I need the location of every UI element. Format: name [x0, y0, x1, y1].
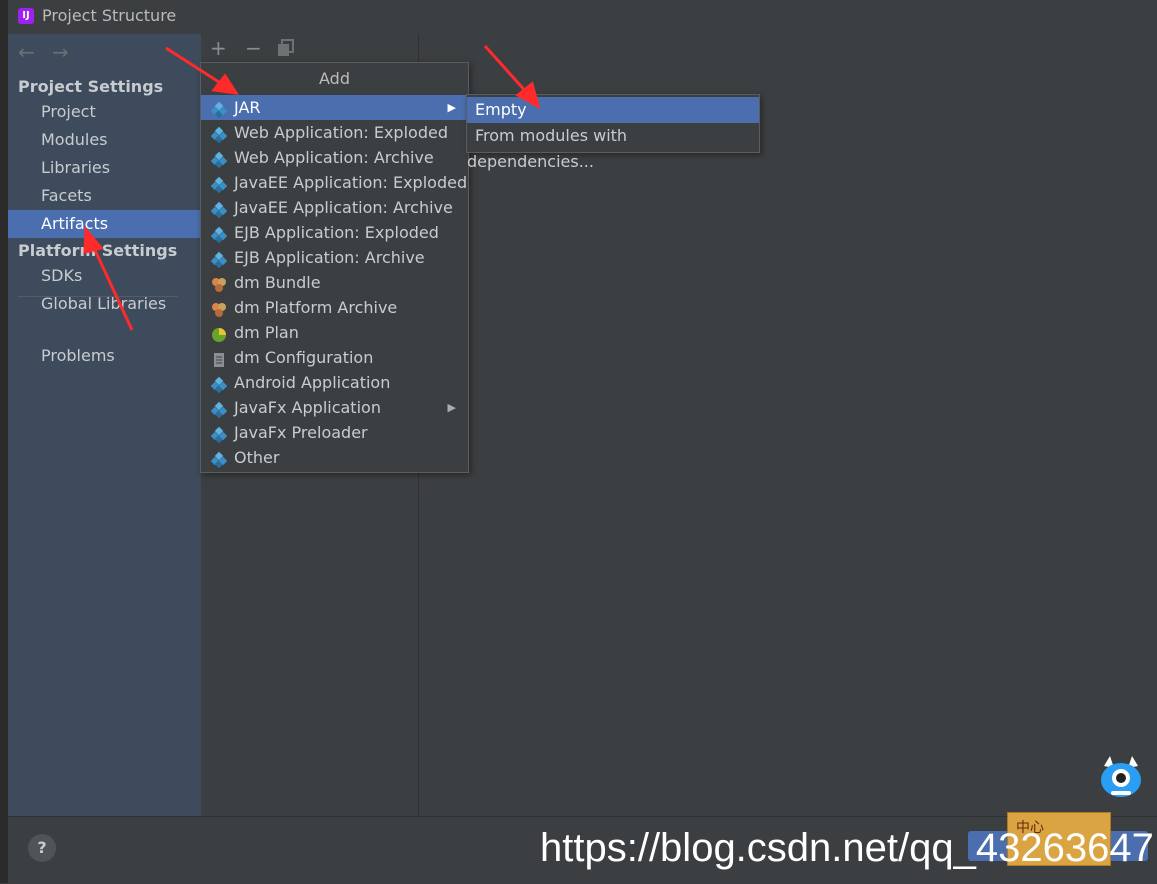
sidebar-item-artifacts[interactable]: Artifacts	[8, 210, 201, 238]
intellij-logo-icon: IJ	[18, 8, 34, 24]
artifact-icon	[210, 225, 228, 244]
artifact-icon	[210, 125, 228, 144]
title-bar: IJ Project Structure	[8, 0, 1157, 34]
bundle-icon	[211, 275, 227, 292]
settings-sidebar: ← → Project Settings Project Modules Lib…	[8, 34, 201, 816]
artifact-icon	[210, 400, 228, 419]
menu-item-web-application-exploded[interactable]: Web Application: Exploded	[201, 120, 468, 145]
menu-item-javaee-application-archive[interactable]: JavaEE Application: Archive	[201, 195, 468, 220]
menu-item-label: dm Platform Archive	[234, 298, 398, 317]
menu-item-label: Web Application: Archive	[234, 148, 434, 167]
arrow-left-icon[interactable]: ←	[18, 40, 35, 64]
menu-item-label: Android Application	[234, 373, 391, 392]
background-window-strip	[0, 0, 8, 883]
sidebar-item-facets[interactable]: Facets	[8, 182, 201, 210]
sidebar-item-sdks[interactable]: SDKs	[8, 262, 201, 290]
menu-item-label: Other	[234, 448, 280, 467]
remove-button[interactable]: −	[245, 36, 262, 60]
artifact-icon	[210, 175, 228, 194]
menu-item-label: JavaEE Application: Archive	[234, 198, 453, 217]
artifact-icon	[210, 450, 228, 469]
menu-item-jar[interactable]: JAR ▶	[201, 95, 468, 120]
sidebar-item-global-libraries[interactable]: Global Libraries	[8, 290, 201, 318]
menu-item-dm-platform-archive[interactable]: dm Platform Archive	[201, 295, 468, 320]
artifact-icon	[210, 375, 228, 394]
menu-item-label: dm Configuration	[234, 348, 374, 367]
menu-item-dm-configuration[interactable]: dm Configuration	[201, 345, 468, 370]
sidebar-item-modules[interactable]: Modules	[8, 126, 201, 154]
menu-title: Add	[201, 63, 468, 96]
artifact-icon	[210, 100, 228, 119]
add-button[interactable]: +	[210, 36, 227, 60]
sidebar-item-libraries[interactable]: Libraries	[8, 154, 201, 182]
bundle-icon	[211, 300, 227, 317]
jar-submenu: Empty From modules with dependencies...	[466, 94, 760, 171]
menu-item-dm-plan[interactable]: dm Plan	[201, 320, 468, 345]
platform-settings-header: Platform Settings	[18, 241, 178, 260]
menu-item-label: JavaFx Preloader	[234, 423, 368, 442]
menu-item-label: JavaEE Application: Exploded	[234, 173, 468, 192]
menu-item-label: EJB Application: Exploded	[234, 223, 439, 242]
project-settings-header: Project Settings	[18, 77, 164, 96]
submenu-arrow-icon: ▶	[447, 101, 456, 114]
submenu-arrow-icon: ▶	[447, 401, 456, 414]
sidebar-divider	[18, 296, 178, 297]
menu-item-ejb-application-archive[interactable]: EJB Application: Archive	[201, 245, 468, 270]
menu-item-label: dm Plan	[234, 323, 299, 342]
menu-item-other[interactable]: Other	[201, 445, 468, 470]
window-title: Project Structure	[42, 6, 177, 25]
sidebar-item-problems[interactable]: Problems	[8, 342, 201, 370]
watermark-url: https://blog.csdn.net/qq_43263647	[540, 826, 1154, 870]
sidebar-item-project[interactable]: Project	[8, 98, 201, 126]
menu-item-android-application[interactable]: Android Application	[201, 370, 468, 395]
arrow-right-icon[interactable]: →	[52, 40, 69, 64]
menu-item-ejb-application-exploded[interactable]: EJB Application: Exploded	[201, 220, 468, 245]
menu-item-web-application-archive[interactable]: Web Application: Archive	[201, 145, 468, 170]
menu-item-label: EJB Application: Archive	[234, 248, 425, 267]
menu-item-from-modules[interactable]: From modules with dependencies...	[467, 123, 759, 171]
menu-item-label: JAR	[234, 98, 261, 117]
add-artifact-menu: Add JAR ▶ Web Application: Exploded Web App…	[200, 62, 469, 473]
artifact-icon	[210, 150, 228, 169]
menu-item-empty[interactable]: Empty	[467, 97, 759, 123]
artifact-icon	[210, 425, 228, 444]
menu-item-dm-bundle[interactable]: dm Bundle	[201, 270, 468, 295]
menu-item-javafx-preloader[interactable]: JavaFx Preloader	[201, 420, 468, 445]
menu-item-label: dm Bundle	[234, 273, 321, 292]
menu-item-label: Web Application: Exploded	[234, 123, 448, 142]
help-button[interactable]: ?	[28, 834, 56, 862]
menu-item-label: JavaFx Application	[234, 398, 381, 417]
menu-item-javafx-application[interactable]: JavaFx Application ▶	[201, 395, 468, 420]
config-icon	[211, 350, 227, 367]
csdn-mascot-icon	[1101, 756, 1141, 797]
artifact-icon	[210, 250, 228, 269]
copy-icon[interactable]	[277, 38, 295, 62]
menu-item-javaee-application-exploded[interactable]: JavaEE Application: Exploded	[201, 170, 468, 195]
plan-icon	[211, 325, 227, 342]
artifact-icon	[210, 200, 228, 219]
